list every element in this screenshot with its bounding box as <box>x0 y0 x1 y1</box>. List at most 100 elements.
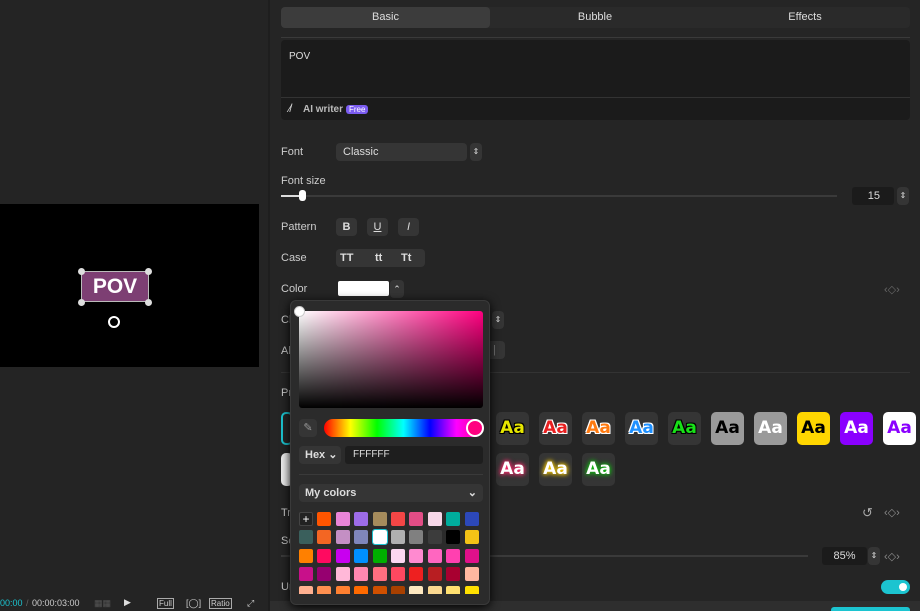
tab-basic[interactable]: Basic <box>281 7 490 28</box>
resize-handle[interactable] <box>145 299 152 306</box>
keyframe-nav[interactable]: ‹◇› <box>884 550 900 563</box>
preset-item[interactable]: Aa <box>539 453 572 486</box>
keyframe-nav[interactable]: ‹◇› <box>884 283 900 296</box>
color-swatch[interactable] <box>299 567 313 582</box>
color-swatch[interactable] <box>335 548 350 563</box>
color-swatch[interactable] <box>409 585 424 594</box>
apply-button[interactable] <box>831 607 910 611</box>
rotate-icon[interactable] <box>108 316 120 328</box>
uniform-scale-toggle[interactable] <box>881 580 910 594</box>
preset-item[interactable]: Aa <box>668 412 701 445</box>
color-swatch[interactable] <box>464 548 479 563</box>
color-swatch[interactable] <box>391 512 405 526</box>
color-swatch[interactable] <box>446 548 461 563</box>
color-swatch[interactable] <box>354 567 369 582</box>
scale-input[interactable]: 85% <box>822 547 867 565</box>
color-swatch[interactable] <box>427 585 442 594</box>
reset-icon[interactable]: ↺ <box>862 505 873 521</box>
color-swatch[interactable] <box>354 512 369 526</box>
color-swatch[interactable] <box>317 585 332 594</box>
color-swatch[interactable] <box>391 530 405 545</box>
color-swatch[interactable] <box>464 585 479 594</box>
color-swatch[interactable] <box>409 548 424 563</box>
color-swatch[interactable] <box>409 567 424 582</box>
color-swatch[interactable] <box>372 585 387 594</box>
hex-input[interactable]: FFFFFF <box>345 446 483 464</box>
fullscreen-icon[interactable]: ⤢ <box>247 598 254 609</box>
color-expand-button[interactable]: ⌃ <box>390 280 404 298</box>
color-swatch[interactable] <box>372 512 387 526</box>
color-swatch[interactable] <box>464 512 479 526</box>
ai-writer-button[interactable]: AI writer <box>303 104 343 115</box>
tab-effects[interactable]: Effects <box>700 7 910 28</box>
color-swatch[interactable] <box>446 512 461 526</box>
color-swatch[interactable] <box>317 512 332 526</box>
color-swatch[interactable] <box>409 512 424 526</box>
color-swatch[interactable] <box>354 585 369 594</box>
case-title[interactable]: Tt <box>401 252 411 264</box>
color-swatch[interactable] <box>371 529 388 546</box>
color-swatch[interactable] <box>317 567 332 582</box>
color-swatch[interactable] <box>446 530 461 545</box>
color-swatch[interactable] <box>338 281 389 296</box>
font-size-stepper[interactable]: ⇕ <box>897 187 909 205</box>
font-size-slider-thumb[interactable] <box>299 190 306 201</box>
preset-item[interactable]: Aa <box>582 412 615 445</box>
resize-handle[interactable] <box>145 268 152 275</box>
color-swatch[interactable] <box>317 530 332 545</box>
color-swatch[interactable] <box>299 530 313 545</box>
resize-handle[interactable] <box>78 299 85 306</box>
underline-button[interactable]: U <box>367 218 388 236</box>
snapshot-icon[interactable]: [◯] <box>186 598 201 609</box>
color-swatch[interactable] <box>427 567 442 582</box>
color-swatch[interactable] <box>299 585 313 594</box>
color-swatch[interactable] <box>391 567 405 582</box>
color-swatch[interactable] <box>335 512 350 526</box>
color-swatch[interactable] <box>317 548 332 563</box>
preset-item[interactable]: Aa <box>840 412 873 445</box>
color-swatch[interactable] <box>391 548 405 563</box>
color-swatch[interactable] <box>299 548 313 563</box>
font-size-slider[interactable] <box>281 195 837 197</box>
bold-button[interactable]: B <box>336 218 357 236</box>
resize-handle[interactable] <box>78 268 85 275</box>
keyframe-nav[interactable]: ‹◇› <box>884 506 900 519</box>
scale-stepper[interactable]: ⇕ <box>868 547 880 565</box>
hue-slider[interactable] <box>324 419 483 437</box>
saturation-thumb[interactable] <box>294 306 305 317</box>
color-swatch[interactable] <box>372 548 387 563</box>
ratio-button[interactable]: Ratio <box>209 598 232 609</box>
color-swatch[interactable] <box>354 530 369 545</box>
play-icon[interactable]: ▶ <box>124 597 131 608</box>
caption-text-box[interactable]: POV <box>81 271 149 302</box>
preset-item[interactable]: Aa <box>797 412 830 445</box>
color-swatch[interactable] <box>427 530 442 545</box>
color-swatch[interactable] <box>446 567 461 582</box>
character-stepper[interactable]: ⇕ <box>492 311 504 329</box>
italic-button[interactable]: I <box>398 218 419 236</box>
case-lower[interactable]: tt <box>375 252 382 264</box>
add-color-button[interactable]: + <box>299 512 313 526</box>
color-swatch[interactable] <box>335 585 350 594</box>
preset-item[interactable]: Aa <box>883 412 916 445</box>
preset-item[interactable]: Aa <box>625 412 658 445</box>
preset-item[interactable]: Aa <box>754 412 787 445</box>
color-swatch[interactable] <box>446 585 461 594</box>
color-swatch[interactable] <box>464 567 479 582</box>
color-swatch[interactable] <box>354 548 369 563</box>
preset-item[interactable]: Aa <box>496 453 529 486</box>
color-swatch[interactable] <box>427 548 442 563</box>
saturation-area[interactable] <box>299 311 483 408</box>
preset-item[interactable]: Aa <box>539 412 572 445</box>
color-swatch[interactable] <box>464 530 479 545</box>
preset-item[interactable]: Aa <box>496 412 529 445</box>
preset-item[interactable]: Aa <box>711 412 744 445</box>
text-value[interactable]: POV <box>289 51 310 62</box>
color-mode-select[interactable]: Hex ⌄ <box>299 446 341 464</box>
font-stepper[interactable]: ⇕ <box>470 143 482 161</box>
color-swatch[interactable] <box>427 512 442 526</box>
eyedropper-icon[interactable]: ✎ <box>299 419 317 437</box>
case-upper[interactable]: TT <box>340 252 353 264</box>
color-swatch[interactable] <box>335 567 350 582</box>
preset-item[interactable]: Aa <box>582 453 615 486</box>
